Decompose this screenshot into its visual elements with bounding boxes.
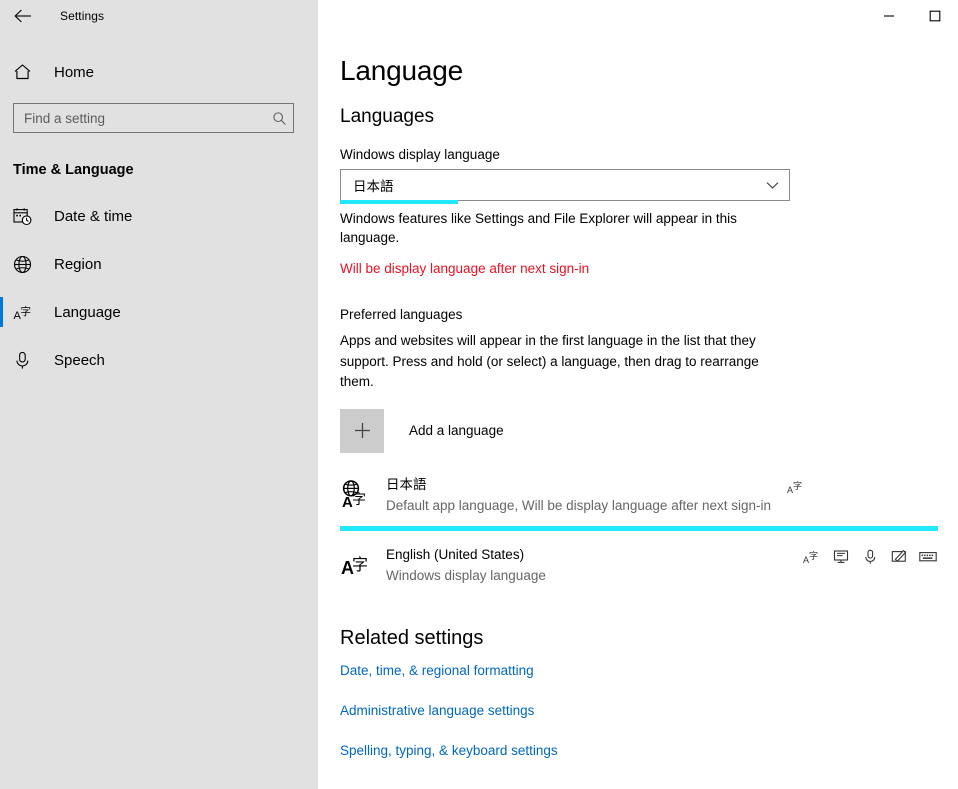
list-item-highlight bbox=[340, 525, 938, 531]
sidebar-item-date-time[interactable]: Date & time bbox=[0, 192, 318, 240]
list-item-text: English (United States) Windows display … bbox=[386, 545, 802, 585]
handwriting-pen-icon[interactable] bbox=[889, 547, 909, 567]
preferred-languages-title: Preferred languages bbox=[340, 307, 463, 322]
display-language-label: Windows display language bbox=[340, 147, 500, 162]
display-language-highlight bbox=[340, 200, 458, 204]
globe-icon bbox=[13, 255, 39, 274]
display-language-dropdown[interactable]: 日本語 bbox=[340, 169, 790, 204]
list-item-actions: A 字 bbox=[802, 545, 938, 567]
sidebar-item-region[interactable]: Region bbox=[0, 240, 318, 288]
selection-indicator bbox=[0, 297, 3, 327]
chevron-down-icon bbox=[766, 170, 779, 200]
title-bar-left: Settings bbox=[0, 0, 318, 32]
svg-text:字: 字 bbox=[809, 550, 818, 562]
keyboard-icon[interactable] bbox=[918, 547, 938, 567]
list-item[interactable]: A 字 English (United States) Windows disp… bbox=[340, 545, 938, 591]
sidebar-item-language[interactable]: A 字 Language bbox=[0, 288, 318, 336]
language-name: 日本語 bbox=[386, 476, 427, 492]
language-pack-icon[interactable]: A 字 bbox=[802, 547, 822, 567]
search-input[interactable] bbox=[24, 110, 271, 126]
back-arrow-icon bbox=[14, 9, 32, 23]
back-button[interactable] bbox=[0, 0, 46, 32]
preferred-languages-description: Apps and websites will appear in the fir… bbox=[340, 333, 759, 389]
app-title: Settings bbox=[60, 9, 105, 23]
svg-text:字: 字 bbox=[352, 555, 368, 574]
home-icon bbox=[13, 63, 39, 81]
maximize-button[interactable] bbox=[912, 0, 958, 32]
sidebar-item-label: Speech bbox=[54, 351, 105, 369]
svg-text:字: 字 bbox=[352, 492, 366, 508]
add-language-label: Add a language bbox=[409, 423, 504, 438]
svg-text:字: 字 bbox=[21, 305, 32, 318]
sidebar-nav-list: Date & time Region A 字 Language Speech bbox=[0, 192, 318, 384]
globe-language-pack-icon: A 字 bbox=[340, 475, 386, 513]
plus-icon bbox=[340, 408, 384, 453]
settings-window: Settings Home Find a setting Time & Lang… bbox=[0, 0, 958, 789]
sidebar-item-label: Date & time bbox=[54, 207, 133, 225]
add-language-button[interactable]: Add a language bbox=[340, 408, 958, 453]
title-bar-right bbox=[318, 0, 958, 32]
window-controls bbox=[866, 0, 958, 32]
language-pack-icon: A 字 bbox=[340, 545, 386, 579]
language-name: English (United States) bbox=[386, 546, 525, 562]
calendar-clock-icon bbox=[13, 207, 39, 226]
sidebar-item-label: Language bbox=[54, 303, 121, 321]
related-settings-title: Related settings bbox=[340, 626, 484, 649]
maximize-icon bbox=[929, 10, 941, 22]
languages-heading: Languages bbox=[340, 106, 435, 127]
sidebar-item-label: Region bbox=[54, 255, 102, 273]
display-language-value: 日本語 bbox=[353, 179, 394, 194]
list-item-actions: A 字 bbox=[786, 475, 806, 497]
sidebar-item-home[interactable]: Home bbox=[0, 52, 318, 92]
svg-text:字: 字 bbox=[793, 480, 802, 492]
related-link-spelling-typing-keyboard[interactable]: Spelling, typing, & keyboard settings bbox=[340, 743, 958, 758]
related-link-administrative-language[interactable]: Administrative language settings bbox=[340, 703, 958, 718]
sidebar-item-speech[interactable]: Speech bbox=[0, 336, 318, 384]
language-pack-icon[interactable]: A 字 bbox=[786, 477, 806, 497]
display-monitor-icon[interactable] bbox=[831, 547, 851, 567]
microphone-icon bbox=[13, 351, 39, 370]
sidebar: Home Time & Language bbox=[0, 32, 318, 789]
microphone-icon[interactable] bbox=[860, 547, 880, 567]
language-status: Windows display language bbox=[386, 567, 546, 583]
display-language-description: Windows features like Settings and File … bbox=[340, 211, 737, 245]
search-box[interactable] bbox=[13, 103, 294, 133]
related-link-date-time-regional[interactable]: Date, time, & regional formatting bbox=[340, 663, 958, 678]
search-icon[interactable] bbox=[271, 111, 287, 126]
sidebar-home-label: Home bbox=[54, 63, 95, 81]
language-icon: A 字 bbox=[13, 303, 39, 322]
display-language-warning: Will be display language after next sign… bbox=[340, 261, 590, 276]
list-item-text: 日本語 Default app language, Will be displa… bbox=[386, 475, 786, 515]
page-title: Language bbox=[340, 55, 463, 86]
list-item[interactable]: A 字 日本語 Default app language, Will be di… bbox=[340, 475, 938, 531]
language-status: Default app language, Will be display la… bbox=[386, 497, 771, 513]
main-content: Language Languages Windows display langu… bbox=[318, 32, 958, 789]
minimize-button[interactable] bbox=[866, 0, 912, 32]
sidebar-category-title: Time & Language bbox=[13, 162, 134, 178]
title-bar: Settings bbox=[0, 0, 958, 32]
minimize-icon bbox=[883, 10, 895, 22]
